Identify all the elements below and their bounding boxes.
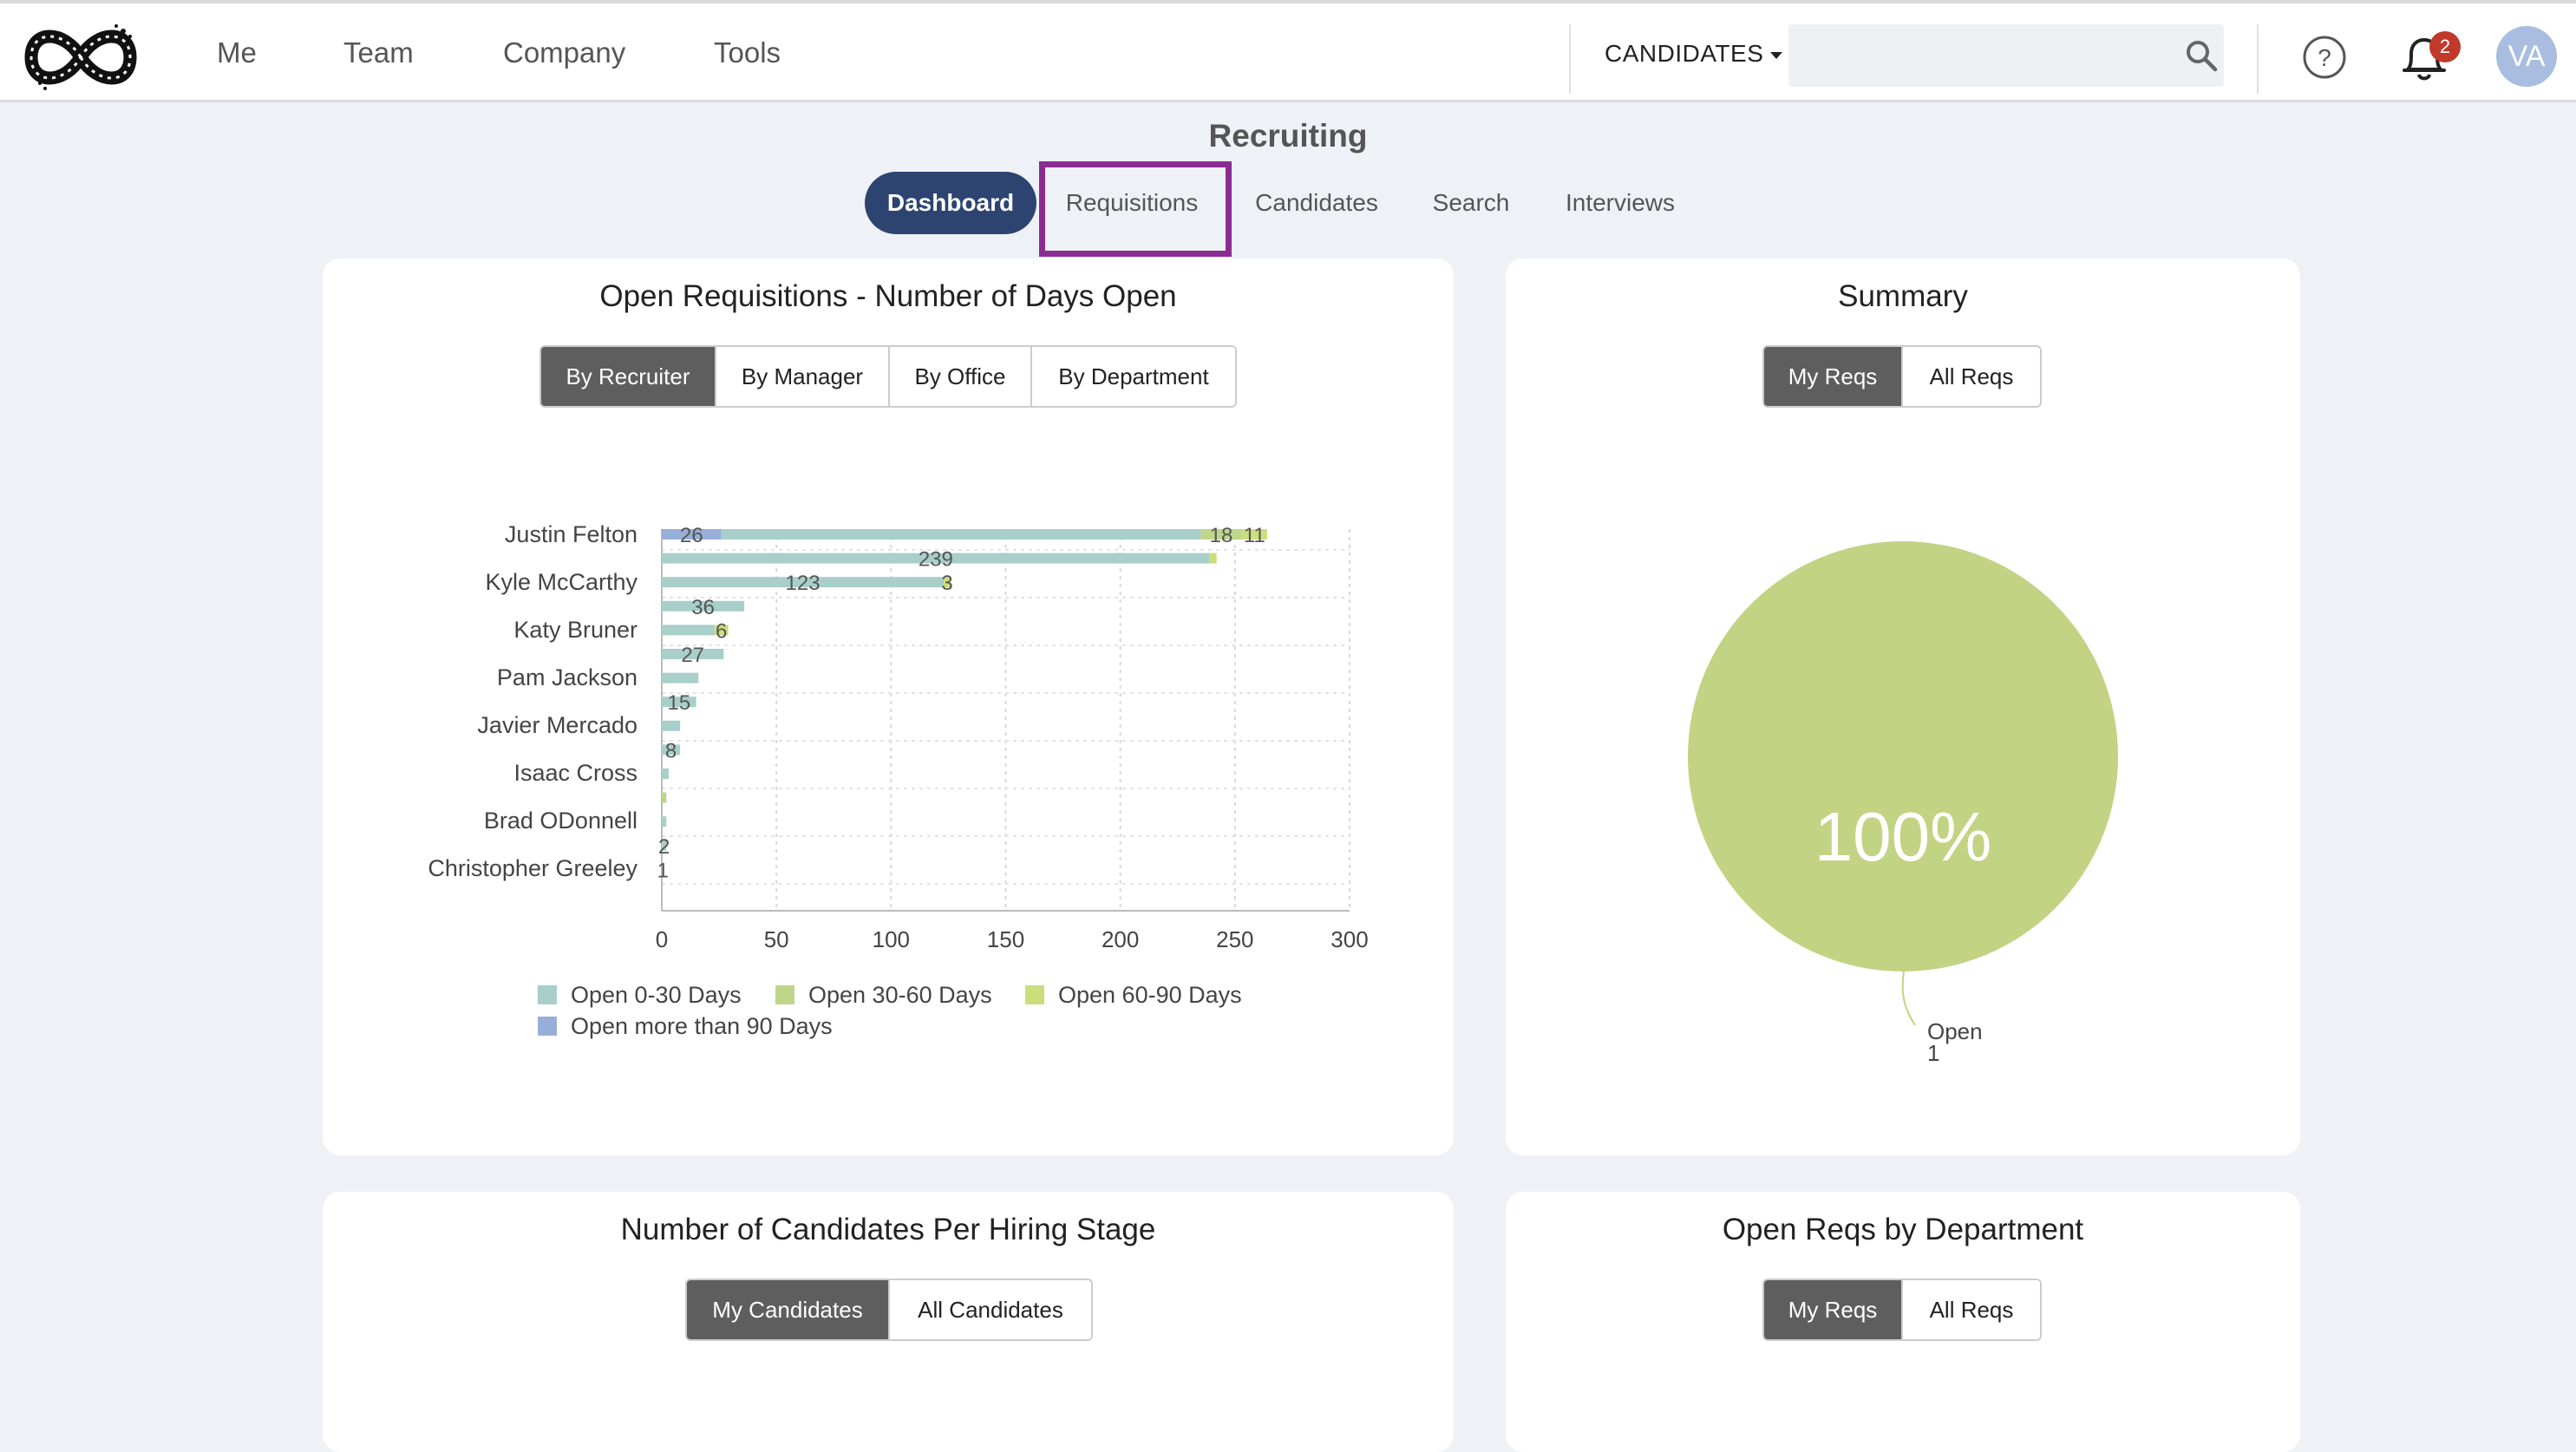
hiring-stage-card: Number of Candidates Per Hiring Stage My…	[323, 1192, 1454, 1452]
company-logo[interactable]	[19, 21, 142, 94]
legend-label[interactable]: Open more than 90 Days	[571, 1013, 833, 1039]
tab-candidates[interactable]: Candidates	[1244, 172, 1389, 234]
bar-segment[interactable]	[1209, 553, 1217, 564]
pie-slice-value: 1	[1927, 1040, 1939, 1066]
x-tick-label: 0	[656, 926, 668, 952]
candidates-scope-toggle: My Candidates All Candidates	[685, 1279, 1093, 1341]
summary-pie-chart: 100% Open 1	[1688, 541, 2118, 1066]
nav-team[interactable]: Team	[343, 36, 414, 69]
nav-tools[interactable]: Tools	[714, 36, 781, 69]
my-reqs-button[interactable]: My Reqs	[1764, 1280, 1903, 1339]
bar-segment[interactable]	[662, 816, 667, 827]
svg-text:?: ?	[2318, 44, 2331, 71]
divider	[1569, 24, 1571, 94]
x-tick-label: 200	[1102, 926, 1139, 952]
bar-data-label: 36	[691, 596, 715, 619]
search-icon[interactable]	[2184, 38, 2219, 73]
y-category-label: Brad ODonnell	[484, 808, 637, 834]
bar-data-label: 15	[667, 691, 690, 715]
caret-down-icon	[1770, 51, 1783, 59]
all-reqs-button[interactable]: All Reqs	[1903, 1280, 2040, 1339]
days-open-bar-chart: 0 50 100 150 200 250 300 Justin Felton Kyle McCa…	[428, 521, 1368, 1039]
reqs-by-department-card: Open Reqs by Department My Reqs All Reqs	[1506, 1192, 2300, 1452]
bar-segment[interactable]	[662, 792, 667, 803]
open-requisitions-card: Open Requisitions - Number of Days Open …	[323, 258, 1454, 1155]
all-candidates-button[interactable]: All Candidates	[890, 1280, 1091, 1339]
nav-company[interactable]: Company	[503, 36, 625, 69]
bar-data-label: 123	[786, 572, 821, 595]
page-title: Recruiting	[1208, 118, 1368, 154]
bar-data-label: 1	[657, 859, 669, 882]
bar-data-label: 239	[919, 548, 953, 572]
pie-percent-label: 100%	[1814, 798, 1992, 875]
bar-data-label: 2	[658, 835, 670, 859]
bar-data-label: 18	[1210, 524, 1233, 547]
y-category-label: Kyle McCarthy	[485, 569, 637, 595]
tab-interviews[interactable]: Interviews	[1553, 172, 1688, 234]
y-category-label: Isaac Cross	[513, 760, 637, 786]
bar-segment[interactable]	[662, 672, 699, 683]
legend-label[interactable]: Open 30-60 Days	[808, 982, 992, 1008]
card-title: Number of Candidates Per Hiring Stage	[620, 1213, 1156, 1246]
y-category-label: Christopher Greeley	[428, 855, 637, 881]
top-nav-bar: Me Team Company Tools CANDIDATES ? 2 VA	[0, 0, 2576, 102]
legend-label[interactable]: Open 60-90 Days	[1058, 982, 1242, 1008]
user-avatar[interactable]: VA	[2496, 26, 2557, 87]
bar-segment[interactable]	[662, 720, 681, 731]
legend-swatch[interactable]	[775, 985, 794, 1004]
y-category-label: Pam Jackson	[497, 664, 637, 690]
search-input[interactable]	[1788, 24, 2224, 87]
bar-data-label: 3	[941, 572, 952, 595]
legend-swatch[interactable]	[538, 985, 557, 1004]
summary-card: Summary My Reqs All Reqs 100% Open 1	[1506, 258, 2300, 1155]
bar-segment[interactable]	[721, 529, 1201, 540]
tab-search[interactable]: Search	[1422, 172, 1520, 234]
x-tick-label: 50	[764, 926, 789, 952]
y-category-label: Justin Felton	[505, 521, 637, 547]
bar-segment[interactable]	[662, 769, 669, 779]
x-tick-label: 300	[1330, 926, 1368, 952]
x-tick-label: 150	[987, 926, 1024, 952]
search-scope-label: CANDIDATES	[1605, 40, 1764, 67]
tab-highlight-box	[1039, 161, 1232, 257]
x-tick-label: 100	[873, 926, 910, 952]
legend-swatch[interactable]	[1025, 985, 1044, 1004]
y-category-label: Katy Bruner	[513, 617, 637, 643]
pie-slice-open[interactable]	[1688, 541, 2118, 971]
bar-data-label: 6	[716, 619, 727, 643]
tab-dashboard[interactable]: Dashboard	[865, 172, 1036, 234]
help-icon[interactable]: ?	[2302, 35, 2347, 80]
notification-badge[interactable]: 2	[2429, 31, 2461, 62]
pie-label-connector	[1901, 971, 1916, 1026]
my-candidates-button[interactable]: My Candidates	[687, 1280, 890, 1339]
nav-me[interactable]: Me	[217, 36, 257, 69]
y-category-label: Javier Mercado	[477, 712, 637, 738]
legend-label[interactable]: Open 0-30 Days	[571, 982, 742, 1008]
bar-segment[interactable]	[662, 625, 715, 636]
search-scope-dropdown[interactable]: CANDIDATES	[1605, 40, 1783, 68]
bar-data-label: 8	[665, 739, 677, 762]
legend-swatch[interactable]	[538, 1017, 557, 1036]
divider	[2257, 24, 2259, 94]
bar-data-label: 11	[1244, 524, 1265, 547]
x-tick-label: 250	[1216, 926, 1253, 952]
bar-data-label: 27	[681, 644, 704, 667]
bar-data-label: 26	[680, 524, 703, 547]
card-title: Open Reqs by Department	[1722, 1213, 2084, 1246]
reqs-scope-toggle: My Reqs All Reqs	[1762, 1279, 2042, 1341]
